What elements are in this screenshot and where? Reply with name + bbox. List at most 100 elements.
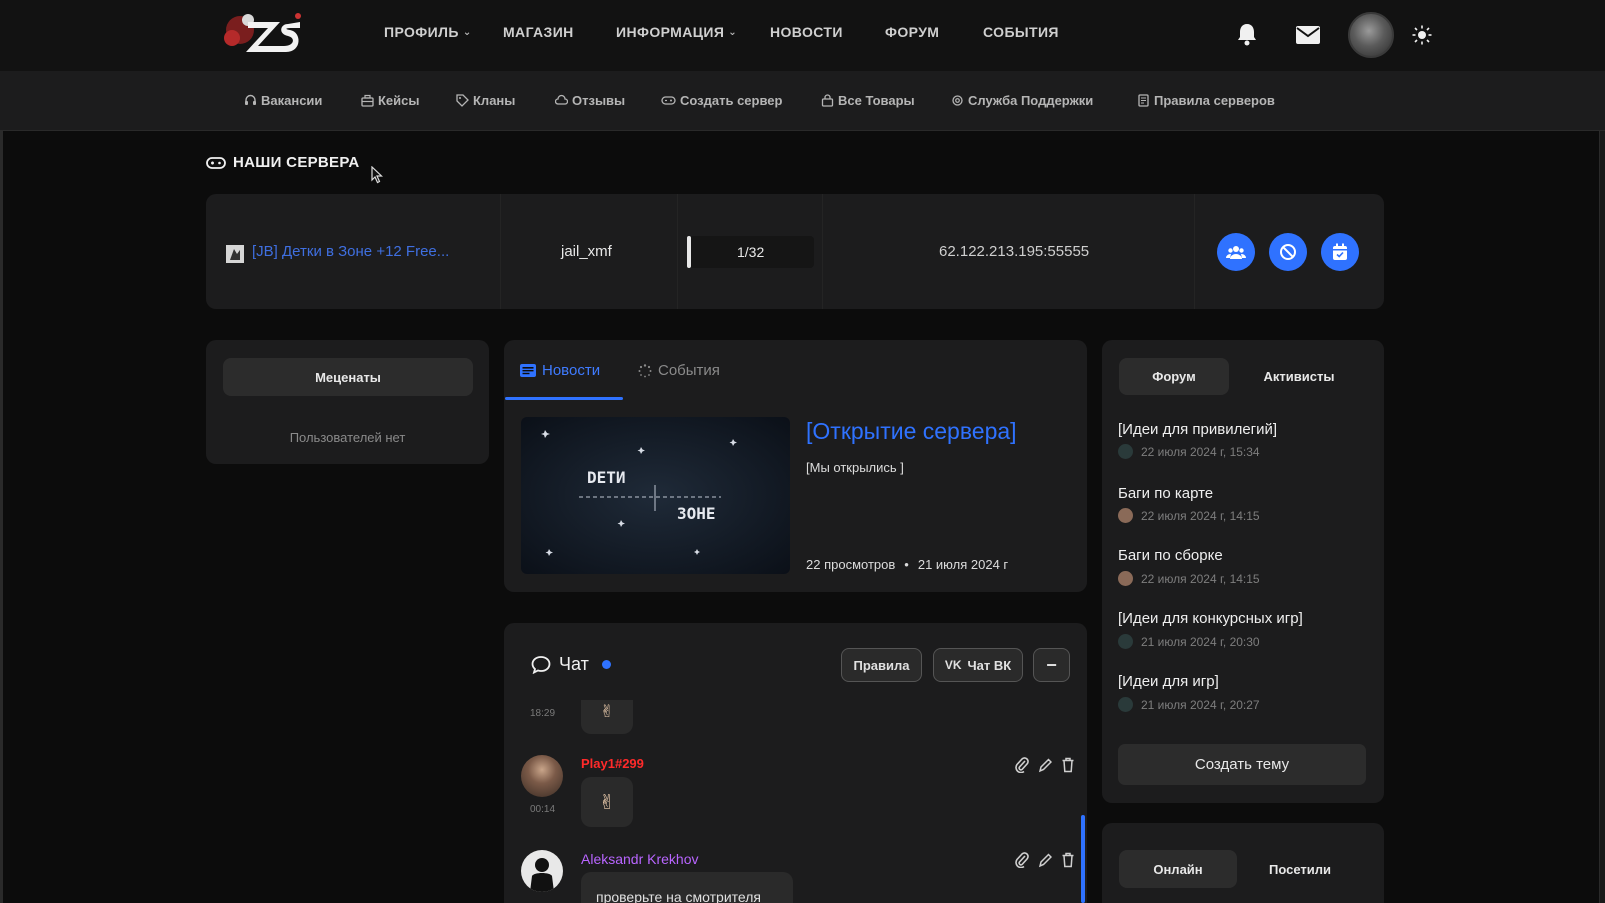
gamepad-icon	[661, 96, 676, 105]
nav-forum[interactable]: ФОРУМ	[885, 24, 939, 40]
server-schedule-button[interactable]	[1321, 233, 1359, 271]
newspaper-icon	[520, 364, 536, 377]
message-text: ✌	[599, 702, 615, 721]
nav-events[interactable]: СОБЫТИЯ	[983, 24, 1059, 40]
trash-icon[interactable]	[1061, 757, 1075, 773]
subnav-cases-label: Кейсы	[378, 93, 420, 108]
page-scrollbar[interactable]	[1599, 0, 1605, 903]
subnav-create-server[interactable]: Создать сервер	[661, 93, 782, 108]
forum-topic-title[interactable]: Баги по сборке	[1118, 547, 1223, 564]
server-map: jail_xmf	[561, 243, 612, 260]
user-avatar[interactable]	[1348, 12, 1394, 58]
avatar[interactable]	[521, 850, 563, 892]
message-author[interactable]: Play1#299	[581, 756, 644, 771]
tag-icon	[456, 94, 469, 107]
tab-activists[interactable]: Активисты	[1239, 358, 1359, 395]
subnav-clans[interactable]: Кланы	[456, 93, 515, 108]
create-topic-button[interactable]: Создать тему	[1118, 744, 1366, 785]
subnav-vacancies[interactable]: Вакансии	[244, 93, 322, 108]
pencil-icon[interactable]	[1038, 852, 1052, 868]
message-actions	[1015, 757, 1075, 773]
server-name-link[interactable]: [JB] Детки в Зоне +12 Free...	[252, 243, 449, 260]
divider	[500, 194, 501, 309]
news-views: 22 просмотров	[806, 557, 896, 572]
tab-events-label: События	[658, 362, 720, 379]
subnav-create-server-label: Создать сервер	[680, 93, 783, 108]
tab-online[interactable]: Онлайн	[1119, 850, 1237, 888]
forum-topic-meta: 22 июля 2024 г, 15:34	[1118, 444, 1260, 459]
patrons-tab[interactable]: Меценаты	[223, 358, 473, 396]
server-address[interactable]: 62.122.213.195:55555	[939, 243, 1089, 260]
chevron-down-icon: ⌄	[728, 26, 738, 38]
avatar	[1118, 634, 1133, 649]
meta-separator: •	[904, 557, 909, 572]
message-actions	[1015, 852, 1075, 868]
forum-topic-title[interactable]: [Идеи для конкурсных игр]	[1118, 610, 1303, 627]
chat-bubble-icon	[531, 656, 551, 674]
tab-news[interactable]: Новости	[520, 362, 600, 379]
patrons-empty-text: Пользователей нет	[289, 430, 406, 445]
subnav-vacancies-label: Вакансии	[261, 93, 323, 108]
forum-topic-title[interactable]: [Идеи для привилегий]	[1118, 421, 1277, 438]
pencil-icon[interactable]	[1038, 757, 1052, 773]
nav-profile[interactable]: ПРОФИЛЬ ⌄	[384, 24, 472, 40]
message-time: 00:14	[530, 804, 556, 815]
forum-topic-meta: 22 июля 2024 г, 14:15	[1118, 508, 1260, 523]
chat-rules-button[interactable]: Правила	[841, 648, 922, 682]
server-players-fill	[687, 236, 691, 268]
chat-collapse-button[interactable]: −	[1033, 648, 1070, 682]
online-status-dot	[601, 660, 611, 669]
forum-topic-meta: 21 июля 2024 г, 20:27	[1118, 697, 1260, 712]
ban-icon	[1280, 244, 1296, 260]
trash-icon[interactable]	[1061, 852, 1075, 868]
subnav-cases[interactable]: Кейсы	[361, 93, 420, 108]
divider	[677, 194, 678, 309]
tab-forum[interactable]: Форум	[1119, 358, 1229, 395]
secondary-navbar	[0, 71, 1605, 131]
tab-active-indicator	[505, 397, 623, 400]
case-icon	[361, 94, 374, 107]
news-date: 21 июля 2024 г	[917, 557, 1009, 572]
sun-icon[interactable]	[1412, 25, 1432, 45]
message-author[interactable]: Aleksandr Krekhov	[581, 851, 699, 867]
chevron-down-icon: ⌄	[462, 26, 472, 38]
nav-info[interactable]: ИНФОРМАЦИЯ ⌄	[616, 24, 737, 40]
news-post-title[interactable]: [Открытие сервера]	[806, 418, 1017, 445]
tab-visited[interactable]: Посетили	[1245, 850, 1355, 888]
nav-forum-label: ФОРУМ	[885, 24, 940, 40]
server-players: 1/32	[737, 244, 765, 260]
news-image-text-2: ЗOHE	[677, 504, 716, 523]
bell-icon[interactable]	[1236, 22, 1258, 46]
tab-events[interactable]: События	[638, 362, 720, 379]
avatar	[1118, 697, 1133, 712]
forum-topic-title[interactable]: [Идеи для игр]	[1118, 673, 1219, 690]
left-edge	[0, 0, 3, 903]
subnav-reviews[interactable]: Отзывы	[555, 93, 625, 108]
chat-vk-button[interactable]: VK Чат ВК	[933, 648, 1023, 682]
paperclip-icon[interactable]	[1015, 852, 1029, 868]
divider	[1194, 194, 1195, 309]
subnav-all-goods[interactable]: Все Товары	[821, 93, 915, 108]
chat-scrollbar[interactable]	[1081, 815, 1085, 903]
servers-section-title: НАШИ СЕРВЕРА	[206, 154, 360, 171]
group-icon	[1226, 246, 1246, 259]
subnav-support[interactable]: Служба Поддержки	[951, 93, 1093, 108]
support-icon	[952, 95, 963, 106]
nav-shop[interactable]: МАГАЗИН	[503, 24, 574, 40]
news-post-subtitle: [Мы открылись ]	[806, 460, 904, 475]
nav-events-label: СОБЫТИЯ	[983, 24, 1059, 40]
forum-topic-title[interactable]: Баги по карте	[1118, 485, 1213, 502]
avatar[interactable]	[521, 755, 563, 797]
subnav-server-rules-label: Правила серверов	[1154, 93, 1275, 108]
news-image[interactable]: DETИ ЗOHE	[521, 417, 790, 574]
mail-icon[interactable]	[1296, 26, 1320, 44]
paperclip-icon[interactable]	[1015, 757, 1029, 773]
game-mode-icon	[226, 245, 244, 263]
server-bans-button[interactable]	[1269, 233, 1307, 271]
forum-topic-date: 21 июля 2024 г, 20:27	[1141, 697, 1260, 712]
site-logo[interactable]	[218, 8, 310, 56]
subnav-server-rules[interactable]: Правила серверов	[1137, 93, 1275, 108]
message-bubble: ✌	[581, 777, 633, 827]
nav-news[interactable]: НОВОСТИ	[770, 24, 843, 40]
server-players-button[interactable]	[1217, 233, 1255, 271]
